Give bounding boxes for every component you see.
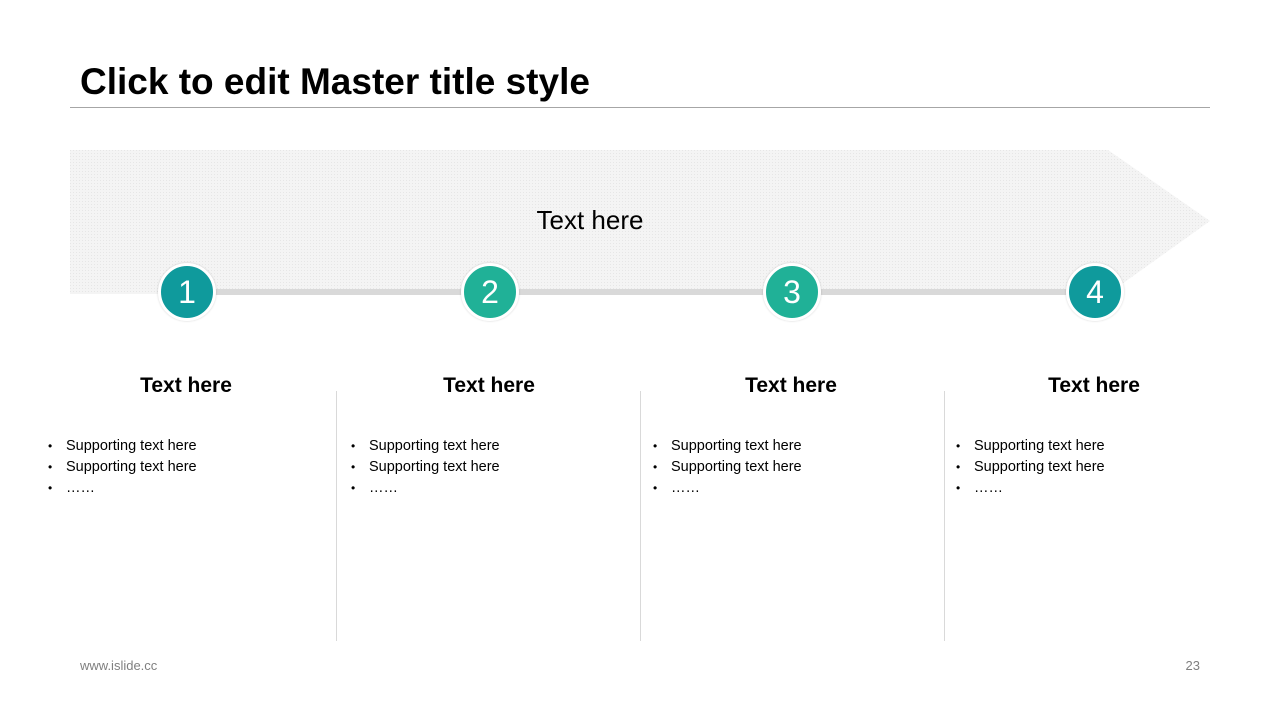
bullet-list: Supporting text here Supporting text her… [46,436,326,499]
page-number: 23 [1185,658,1200,673]
bullet-item: Supporting text here [954,436,1234,457]
step-number: 1 [178,274,196,310]
arrow-banner[interactable]: Text here [70,150,1210,294]
bullet-item: Supporting text here [46,436,326,457]
column-divider [336,391,337,641]
bullet-item: Supporting text here [349,457,629,478]
column-1[interactable]: Text here Supporting text here Supportin… [46,372,326,499]
column-divider [944,391,945,641]
column-heading: Text here [140,374,232,397]
bullet-item: Supporting text here [651,436,931,457]
step-3-marker[interactable]: 3 [763,263,821,321]
step-number: 3 [783,274,801,310]
column-heading: Text here [443,374,535,397]
bullet-item: …… [349,478,629,499]
column-divider [640,391,641,641]
column-3[interactable]: Text here Supporting text here Supportin… [651,372,931,499]
column-heading: Text here [745,374,837,397]
column-heading: Text here [1048,374,1140,397]
bullet-item: Supporting text here [349,436,629,457]
column-2[interactable]: Text here Supporting text here Supportin… [349,372,629,499]
title-underline [70,107,1210,108]
bullet-list: Supporting text here Supporting text her… [349,436,629,499]
bullet-item: …… [954,478,1234,499]
slide-title[interactable]: Click to edit Master title style [80,60,590,104]
step-4-marker[interactable]: 4 [1066,263,1124,321]
step-2-marker[interactable]: 2 [461,263,519,321]
timeline-track [186,289,1094,295]
bullet-item: Supporting text here [651,457,931,478]
bullet-list: Supporting text here Supporting text her… [651,436,931,499]
step-1-marker[interactable]: 1 [158,263,216,321]
bullet-item: …… [651,478,931,499]
bullet-item: Supporting text here [46,457,326,478]
column-4[interactable]: Text here Supporting text here Supportin… [954,372,1234,499]
bullet-item: …… [46,478,326,499]
step-number: 2 [481,274,499,310]
bullet-item: Supporting text here [954,457,1234,478]
bullet-list: Supporting text here Supporting text her… [954,436,1234,499]
banner-label: Text here [536,205,644,235]
footer-url: www.islide.cc [80,658,158,673]
step-number: 4 [1086,274,1104,310]
